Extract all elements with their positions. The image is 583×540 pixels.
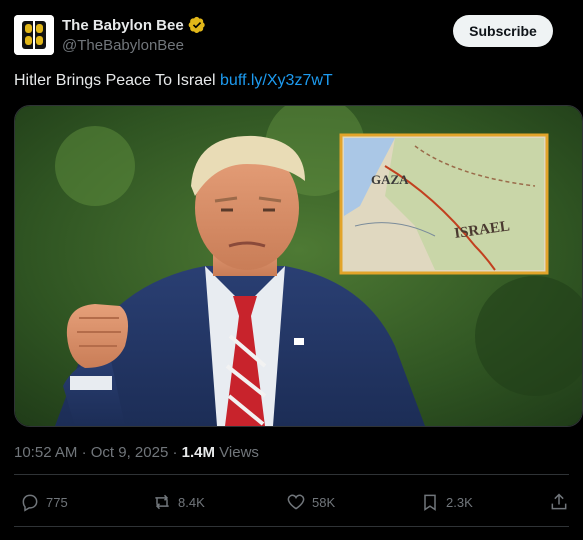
babylon-bee-avatar[interactable]: [14, 15, 54, 55]
bookmark-icon: [424, 494, 436, 511]
repost-button[interactable]: 8.4K: [152, 486, 205, 518]
map-inset: GAZA ISRAEL: [339, 133, 549, 275]
post-body: Hitler Brings Peace To Israel: [14, 72, 216, 89]
post-media[interactable]: GAZA ISRAEL: [14, 105, 583, 427]
views-label: Views: [219, 444, 259, 461]
post-header: The Babylon Bee @TheBabylonBee Subscribe: [14, 14, 569, 56]
reply-icon: [22, 494, 38, 512]
heart-icon: [287, 494, 305, 510]
post-time[interactable]: 10:52 AM: [14, 444, 77, 461]
bookmark-count: 2.3K: [446, 494, 473, 510]
verified-badge-icon[interactable]: [188, 16, 206, 34]
reply-button[interactable]: 775: [20, 486, 68, 518]
post-meta: 10:52 AM · Oct 9, 2025 · 1.4M Views: [14, 444, 259, 461]
like-button[interactable]: 58K: [286, 486, 335, 518]
like-count: 58K: [312, 494, 336, 510]
post-image: GAZA ISRAEL: [15, 106, 582, 426]
dot-separator: ·: [172, 444, 182, 461]
dot-separator: ·: [81, 444, 91, 461]
subscribe-button[interactable]: Subscribe: [453, 15, 553, 47]
map-label-gaza: GAZA: [371, 172, 409, 187]
share-button[interactable]: [549, 486, 569, 518]
handle[interactable]: @TheBabylonBee: [62, 37, 184, 54]
display-name[interactable]: The Babylon Bee: [62, 17, 184, 34]
share-icon: [551, 493, 567, 510]
views-count: 1.4M: [181, 444, 215, 461]
bee-logo-icon: [14, 15, 54, 55]
post-date[interactable]: Oct 9, 2025: [91, 444, 169, 461]
action-bar: 775 8.4K 58K 2.3K: [14, 486, 569, 518]
repost-icon: [155, 494, 169, 510]
divider-bottom: [14, 526, 569, 527]
name-row: The Babylon Bee: [62, 16, 206, 34]
bookmark-button[interactable]: 2.3K: [420, 486, 473, 518]
divider-top: [14, 474, 569, 475]
post-text: Hitler Brings Peace To Israel buff.ly/Xy…: [14, 72, 333, 90]
repost-count: 8.4K: [178, 494, 205, 510]
post-link[interactable]: buff.ly/Xy3z7wT: [220, 72, 333, 89]
reply-count: 775: [46, 494, 68, 510]
